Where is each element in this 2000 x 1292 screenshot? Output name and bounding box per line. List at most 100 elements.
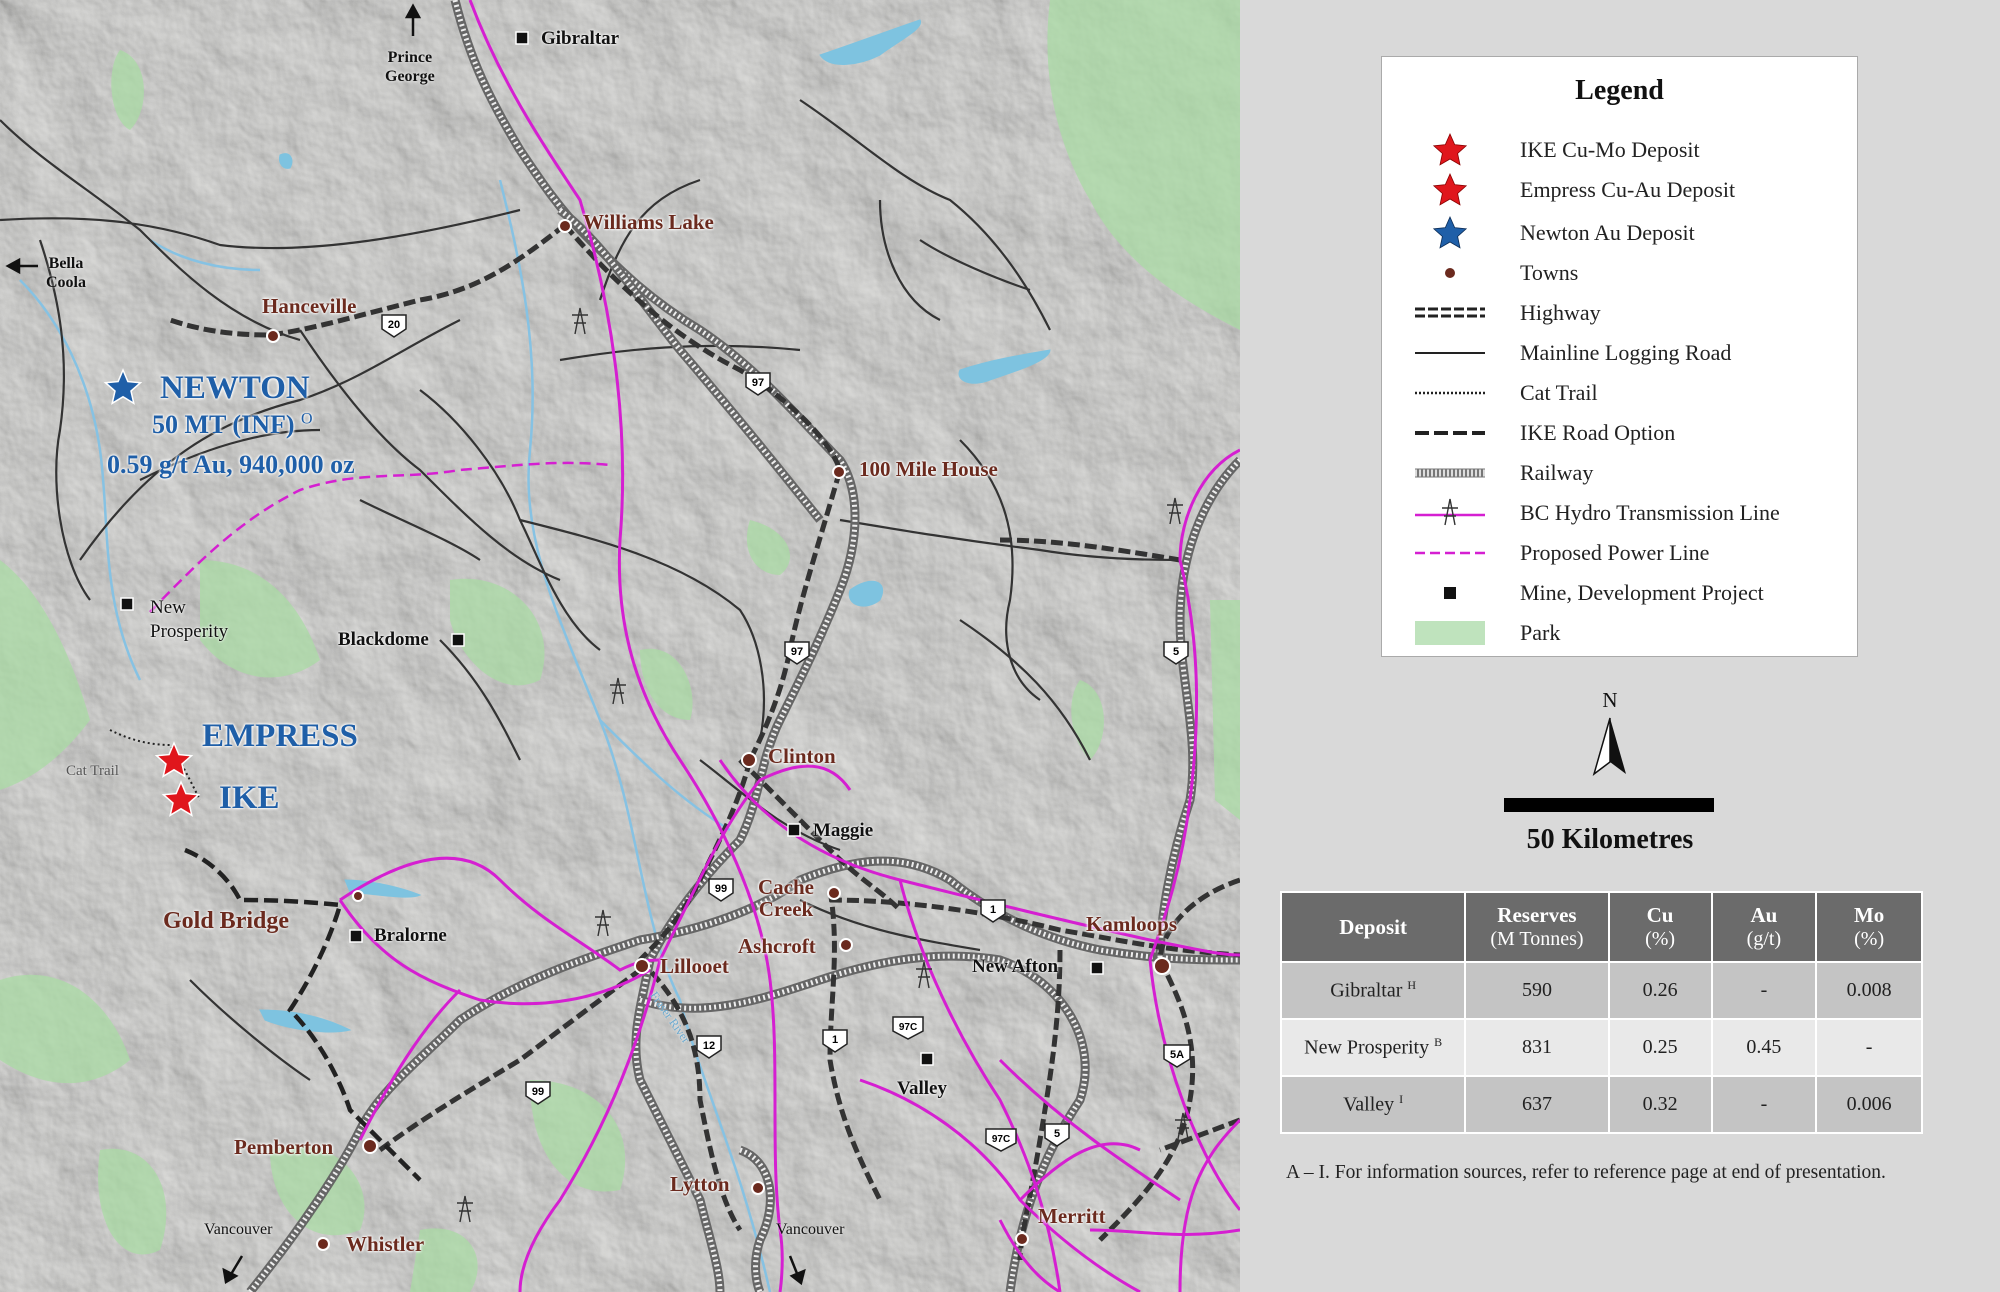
scale-bar [1504, 798, 1714, 812]
source-ref: B [1434, 1035, 1443, 1050]
legend-label-towns: Towns [1520, 260, 1579, 285]
shield-97c-a: 97C [899, 1022, 917, 1033]
town-label-100-mile-house: 100 Mile House [859, 457, 998, 481]
deposit-newton-line1: 50 MT (INF) O [152, 410, 313, 440]
legend-label-cat: Cat Trail [1520, 380, 1598, 405]
cell-au: 0.45 [1710, 1018, 1818, 1077]
cat-trail-icon [1415, 391, 1485, 395]
legend-item-towns: Towns [1382, 255, 1857, 291]
legend-label-park: Park [1520, 620, 1561, 645]
legend-item-highway: Highway [1382, 295, 1857, 331]
shield-99a: 99 [715, 883, 727, 895]
legend-label-empress: Empress Cu-Au Deposit [1520, 177, 1736, 202]
shield-1b: 1 [832, 1034, 838, 1046]
red-star-icon [1432, 133, 1468, 166]
shield-5a: 5A [1170, 1049, 1184, 1061]
table-header-cu: Cu (%) [1607, 891, 1713, 963]
mine-square-icon [1444, 587, 1456, 599]
dir-label-bella-coola: Bella Coola [46, 255, 86, 291]
legend-label-logging: Mainline Logging Road [1520, 340, 1732, 365]
legend-label-newton: Newton Au Deposit [1520, 220, 1695, 245]
header-main: Reserves [1497, 902, 1577, 927]
town-label-lytton: Lytton [670, 1172, 730, 1196]
footnote: A – I. For information sources, refer to… [1286, 1162, 1886, 1183]
table-header-row: Deposit Reserves (M Tonnes) Cu (%) Au (g/t)… [1279, 891, 1923, 963]
cell-reserves: 637 [1464, 1075, 1610, 1134]
town-label-ashcroft: Ashcroft [738, 934, 816, 958]
red-star-icon [1432, 173, 1468, 206]
town-dot-icon [1445, 268, 1455, 278]
table-row: Valley I 637 0.32 - 0.006 [1279, 1075, 1923, 1134]
shield-20: 20 [388, 319, 400, 331]
cell-deposit: New Prosperity B [1279, 1018, 1467, 1077]
header-main: Deposit [1339, 914, 1407, 939]
legend-item-ike: IKE Cu-Mo Deposit [1382, 132, 1857, 168]
newton-tonnage: 50 MT (INF) [152, 410, 295, 439]
proposed-line-icon [1415, 551, 1485, 555]
mine-label-bralorne: Bralorne [374, 925, 447, 946]
terrain [0, 0, 1240, 1292]
legend-label-highway: Highway [1520, 300, 1601, 325]
town-label-pemberton: Pemberton [234, 1135, 334, 1159]
north-arrow: N [1590, 688, 1630, 792]
cell-au: - [1710, 961, 1818, 1020]
north-label: N [1602, 688, 1618, 712]
dir-label-vancouver-west: Vancouver [204, 1221, 273, 1238]
cell-cu: 0.32 [1607, 1075, 1713, 1134]
mine-label-new-afton: New Afton [972, 956, 1059, 977]
blue-star-icon [1432, 216, 1468, 249]
shield-1a: 1 [990, 904, 996, 916]
legend-label-hydro: BC Hydro Transmission Line [1520, 500, 1780, 525]
source-ref: H [1407, 978, 1417, 993]
header-main: Mo [1853, 902, 1885, 927]
header-main: Au [1750, 902, 1778, 927]
cell-mo: 0.006 [1815, 1075, 1923, 1134]
table-row: New Prosperity B 831 0.25 0.45 - [1279, 1018, 1923, 1077]
town-label-lillooet: Lillooet [660, 954, 729, 978]
legend-label-mine: Mine, Development Project [1520, 580, 1764, 605]
legend-item-park: Park [1382, 615, 1857, 651]
legend: Legend IKE Cu-Mo Deposit Empress Cu-Au D… [1381, 56, 1858, 657]
deposit-name: Gibraltar [1330, 979, 1403, 1002]
legend-item-mine: Mine, Development Project [1382, 575, 1857, 611]
deposit-label-empress: EMPRESS [202, 718, 358, 754]
shield-97c-b: 97C [992, 1134, 1010, 1145]
town-label-cache-creek: Cache Creek [758, 875, 814, 921]
shield-97a: 97 [752, 377, 764, 389]
shield-97b: 97 [791, 646, 803, 658]
shield-99b: 99 [532, 1086, 544, 1098]
legend-item-hydro: BC Hydro Transmission Line [1382, 495, 1857, 531]
table-header-reserves: Reserves (M Tonnes) [1464, 891, 1610, 963]
legend-item-ikeroad: IKE Road Option [1382, 415, 1857, 451]
mine-label-gibraltar: Gibraltar [541, 28, 620, 49]
mine-label-valley: Valley [897, 1078, 947, 1099]
town-label-kamloops: Kamloops [1086, 912, 1178, 936]
ike-road-icon [1415, 431, 1485, 435]
legend-item-newton: Newton Au Deposit [1382, 215, 1857, 251]
table-header-deposit: Deposit [1279, 891, 1467, 963]
newton-source-ref: O [301, 410, 313, 428]
map[interactable]: 20 97 97 99 12 99 1 1 97C 97C 5 5A 5 Wil… [0, 0, 1240, 1292]
header-main: Cu [1646, 902, 1674, 927]
dir-label-vancouver-east: Vancouver [776, 1221, 845, 1238]
legend-item-proposed: Proposed Power Line [1382, 535, 1857, 571]
table-header-mo: Mo (%) [1815, 891, 1923, 963]
deposit-name: Valley [1343, 1093, 1395, 1116]
table-row: Gibraltar H 590 0.26 - 0.008 [1279, 961, 1923, 1020]
town-label-whistler: Whistler [346, 1232, 425, 1256]
dir-label-prince-george: Prince George [385, 49, 435, 85]
cell-deposit: Valley I [1279, 1075, 1467, 1134]
town-label-hanceville: Hanceville [262, 294, 357, 318]
deposit-newton-line2: 0.59 g/t Au, 940,000 oz [107, 450, 355, 479]
legend-label-railway: Railway [1520, 460, 1594, 485]
deposit-label-ike: IKE [219, 780, 280, 816]
region-label-gold-bridge: Gold Bridge [163, 908, 290, 934]
map-canvas: 20 97 97 99 12 99 1 1 97C 97C 5 5A 5 [0, 0, 1240, 1292]
town-label-clinton: Clinton [768, 744, 836, 768]
shield-12: 12 [703, 1040, 715, 1052]
park-swatch-icon [1415, 621, 1485, 645]
legend-label-ikeroad: IKE Road Option [1520, 420, 1676, 445]
mine-label-blackdome: Blackdome [338, 629, 429, 650]
table-header-au: Au (g/t) [1710, 891, 1818, 963]
cell-au: - [1710, 1075, 1818, 1134]
